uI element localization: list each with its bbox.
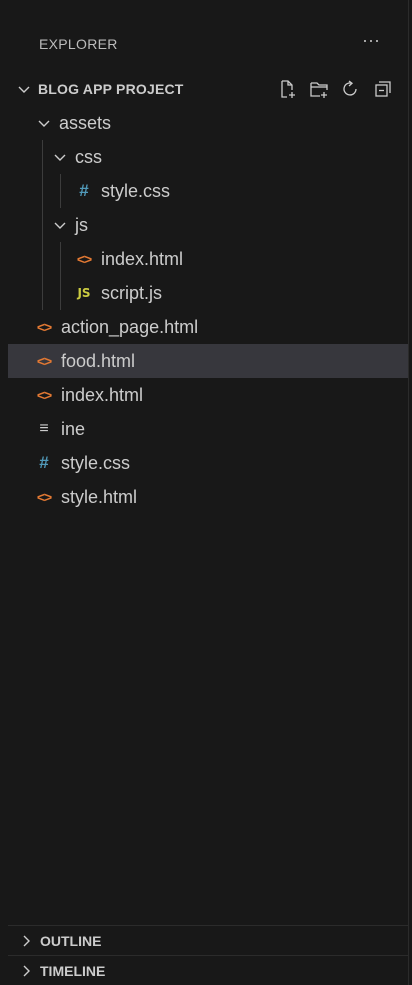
indent-guide — [42, 140, 43, 174]
indent-guide — [60, 242, 61, 276]
project-name: BLOG APP PROJECT — [38, 81, 184, 97]
html-file-icon: <> — [76, 251, 92, 267]
file-label: action_page.html — [61, 316, 199, 337]
file-label: style.css — [101, 180, 171, 201]
folder-js[interactable]: js — [8, 208, 408, 242]
new-file-icon[interactable] — [276, 78, 298, 100]
indent-guide — [42, 242, 43, 276]
html-file-icon: <> — [36, 353, 52, 369]
chevron-right-icon[interactable] — [18, 963, 34, 979]
file-label: food.html — [61, 350, 136, 371]
folder-css[interactable]: css — [8, 140, 408, 174]
file-style-css[interactable]: # style.css — [8, 446, 408, 480]
timeline-label: TIMELINE — [40, 963, 106, 979]
chevron-down-icon[interactable] — [52, 217, 68, 233]
file-style-html[interactable]: <> style.html — [8, 480, 408, 514]
timeline-section[interactable]: TIMELINE — [8, 955, 408, 985]
indent-guide — [60, 276, 61, 310]
indent-guide — [42, 208, 43, 242]
file-food[interactable]: <> food.html — [8, 344, 408, 378]
folder-label: js — [75, 214, 88, 235]
panel-top-edge — [8, 0, 408, 8]
file-js-script[interactable]: JS script.js — [8, 276, 408, 310]
chevron-down-icon[interactable] — [36, 115, 52, 131]
file-js-index[interactable]: <> index.html — [8, 242, 408, 276]
file-css-style[interactable]: # style.css — [8, 174, 408, 208]
file-label: index.html — [61, 384, 144, 405]
file-label: style.css — [61, 452, 131, 473]
chevron-down-icon[interactable] — [52, 149, 68, 165]
file-label: index.html — [101, 248, 184, 269]
file-action-page[interactable]: <> action_page.html — [8, 310, 408, 344]
indent-guide — [42, 276, 43, 310]
indent-guide — [60, 174, 61, 208]
explorer-header: EXPLORER ··· — [8, 18, 408, 70]
folder-label: css — [75, 146, 102, 167]
collapse-all-icon[interactable] — [372, 78, 394, 100]
project-header[interactable]: BLOG APP PROJECT — [8, 72, 408, 106]
folder-label: assets — [59, 112, 112, 133]
js-file-icon: JS — [77, 286, 91, 300]
css-file-icon: # — [39, 453, 49, 472]
file-label: ine — [61, 418, 86, 439]
outline-section[interactable]: OUTLINE — [8, 925, 408, 956]
new-folder-icon[interactable] — [308, 78, 330, 100]
indent-guide — [42, 174, 43, 208]
html-file-icon: <> — [36, 387, 52, 403]
outline-label: OUTLINE — [40, 933, 102, 949]
css-file-icon: # — [79, 181, 89, 200]
html-file-icon: <> — [36, 489, 52, 505]
file-index[interactable]: <> index.html — [8, 378, 408, 412]
file-ine[interactable]: ≡ ine — [8, 412, 408, 446]
file-label: script.js — [101, 282, 163, 303]
html-file-icon: <> — [36, 319, 52, 335]
project-actions — [276, 78, 394, 100]
folder-assets[interactable]: assets — [8, 106, 408, 140]
file-tree: assets css # style.css js <> index.html … — [8, 106, 408, 514]
file-label: style.html — [61, 486, 138, 507]
text-file-icon: ≡ — [39, 420, 49, 437]
explorer-panel: EXPLORER ··· BLOG APP PROJECT assets css… — [8, 0, 409, 985]
chevron-right-icon[interactable] — [18, 933, 34, 949]
refresh-icon[interactable] — [340, 78, 362, 100]
more-actions-icon[interactable]: ··· — [362, 30, 380, 51]
chevron-down-icon[interactable] — [16, 81, 32, 97]
explorer-title: EXPLORER — [39, 36, 118, 52]
